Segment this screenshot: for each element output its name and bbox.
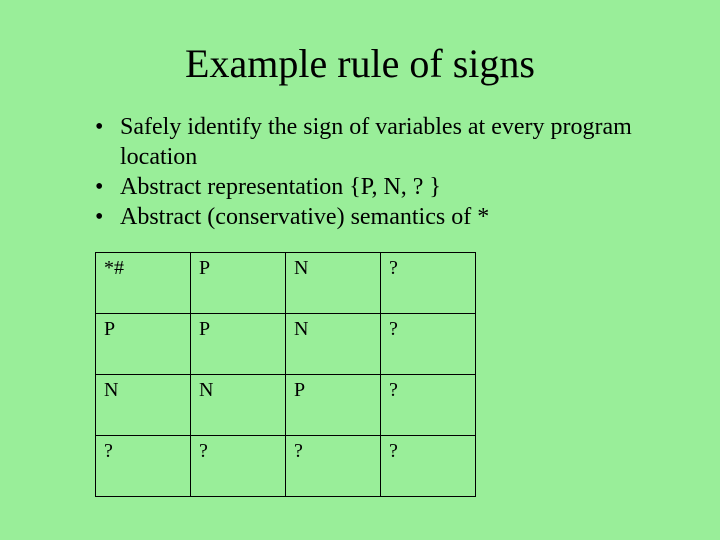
bullet-list: Safely identify the sign of variables at… [90,112,680,232]
bullet-item: Safely identify the sign of variables at… [90,112,680,172]
table-row: P P N ? [96,314,476,375]
table-cell: P [96,314,191,375]
table-cell: ? [381,375,476,436]
table-cell: N [286,314,381,375]
table-row: ? ? ? ? [96,436,476,497]
table-cell: ? [381,314,476,375]
table-cell: ? [286,436,381,497]
table-row: *# P N ? [96,253,476,314]
bullet-item: Abstract (conservative) semantics of * [90,202,680,232]
table-cell: P [191,253,286,314]
table-cell: ? [381,436,476,497]
table-cell: ? [381,253,476,314]
table-row: N N P ? [96,375,476,436]
sign-table-wrap: *# P N ? P P N ? N N P ? ? ? ? ? [95,252,680,497]
table-cell: P [191,314,286,375]
table-cell: *# [96,253,191,314]
bullet-item: Abstract representation {P, N, ? } [90,172,680,202]
table-cell: ? [191,436,286,497]
table-cell: P [286,375,381,436]
slide: Example rule of signs Safely identify th… [0,0,720,540]
table-cell: N [286,253,381,314]
sign-table: *# P N ? P P N ? N N P ? ? ? ? ? [95,252,476,497]
slide-title: Example rule of signs [40,40,680,87]
table-cell: N [96,375,191,436]
table-cell: N [191,375,286,436]
table-cell: ? [96,436,191,497]
